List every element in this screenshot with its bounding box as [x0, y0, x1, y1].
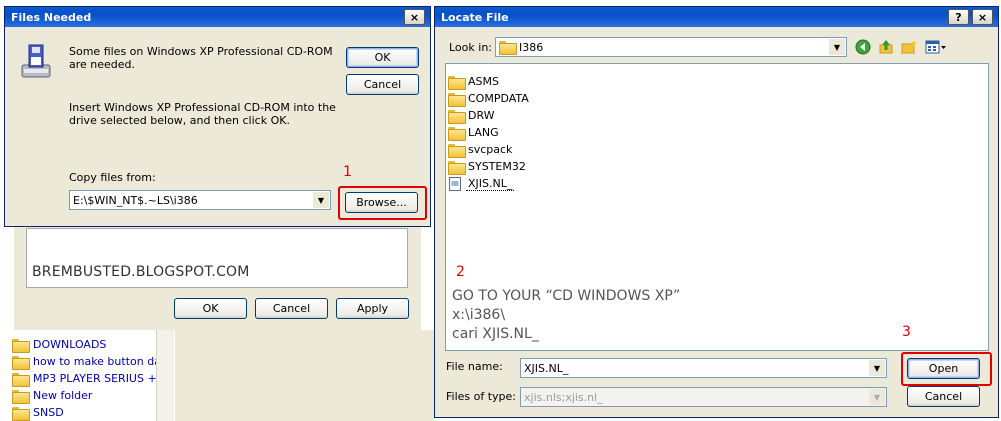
- folder-icon: [12, 389, 30, 404]
- dialog-title: Files Needed: [11, 10, 92, 24]
- list-item-label: LANG: [468, 126, 499, 139]
- folder-tree: DOWNLOADS how to make button da MP3 PLAY…: [0, 330, 175, 421]
- list-item-asms[interactable]: ASMS: [448, 73, 499, 90]
- tree-item-label: DOWNLOADS: [33, 338, 107, 351]
- folder-icon: [12, 372, 30, 387]
- tree-item-label: MP3 PLAYER SERIUS ++: [33, 372, 166, 385]
- chevron-down-icon[interactable]: ▼: [829, 39, 845, 55]
- list-item-system32[interactable]: SYSTEM32: [448, 158, 526, 175]
- open-button[interactable]: Open: [907, 358, 980, 379]
- folder-icon: [12, 338, 30, 353]
- files-needed-dialog: Files Needed × Some files on Windows XP …: [4, 6, 431, 227]
- folder-icon: [448, 160, 466, 175]
- tree-scrollbar[interactable]: [156, 330, 174, 421]
- tree-item-label: New folder: [33, 389, 93, 402]
- list-item-label: SYSTEM32: [468, 160, 526, 173]
- chevron-down-icon[interactable]: ▼: [869, 360, 885, 376]
- copy-from-combobox[interactable]: E:\$WIN_NT$.~LS\i386 ▼: [69, 190, 331, 210]
- help-icon[interactable]: ?: [948, 9, 969, 25]
- view-menu-icon[interactable]: [924, 38, 948, 56]
- properties-cancel-button[interactable]: Cancel: [255, 298, 328, 319]
- tree-item-label: SNSD: [33, 406, 64, 419]
- close-icon[interactable]: ×: [972, 9, 993, 25]
- folder-icon: [448, 92, 466, 107]
- look-in-value: I386: [519, 40, 544, 54]
- cancel-button[interactable]: Cancel: [346, 74, 419, 95]
- look-in-label: Look in:: [449, 41, 492, 54]
- tree-item-snsd[interactable]: SNSD: [12, 404, 64, 421]
- tree-item-label: how to make button da: [33, 355, 161, 368]
- folder-icon: [12, 406, 30, 421]
- folder-icon: [448, 109, 466, 124]
- look-in-combobox[interactable]: I386 ▼: [495, 37, 847, 57]
- list-item-lang[interactable]: LANG: [448, 124, 499, 141]
- message-text-1: Some files on Windows XP Professional CD…: [69, 45, 333, 71]
- folder-icon: [12, 355, 30, 370]
- close-icon[interactable]: ×: [404, 9, 425, 25]
- properties-apply-button[interactable]: Apply: [336, 298, 409, 319]
- file-icon: [449, 176, 461, 191]
- chevron-down-icon[interactable]: ▼: [869, 389, 885, 405]
- files-needed-titlebar[interactable]: Files Needed: [5, 7, 430, 27]
- locate-file-titlebar[interactable]: Locate File: [435, 7, 998, 27]
- folder-icon: [448, 75, 466, 90]
- background-panel: [175, 330, 435, 421]
- locate-file-dialog: Locate File ? × Look in: I386 ▼ ASMS COM…: [434, 6, 999, 418]
- copy-from-label: Copy files from:: [69, 171, 156, 184]
- list-item-label: DRW: [468, 109, 495, 122]
- list-item-label: COMPDATA: [468, 92, 529, 105]
- step-2-marker: 2: [456, 264, 465, 280]
- file-name-label: File name:: [446, 360, 503, 373]
- new-folder-icon[interactable]: [900, 38, 918, 56]
- tree-item-downloads[interactable]: DOWNLOADS: [12, 336, 106, 353]
- files-of-type-label: Files of type:: [446, 390, 517, 403]
- instruction-line-1: GO TO YOUR “CD WINDOWS XP”: [452, 288, 681, 304]
- instruction-line-2: x:\i386\: [452, 307, 506, 323]
- step-3-marker: 3: [902, 324, 911, 340]
- setup-disk-icon: [21, 44, 51, 78]
- tree-item-mp3-player[interactable]: MP3 PLAYER SERIUS ++: [12, 370, 166, 387]
- files-of-type-value: xjis.nls;xjis.nl_: [524, 390, 603, 404]
- cancel-button[interactable]: Cancel: [907, 386, 980, 407]
- step-1-marker: 1: [343, 164, 352, 180]
- dialog-title: Locate File: [441, 10, 509, 24]
- files-of-type-combobox[interactable]: xjis.nls;xjis.nl_ ▼: [520, 387, 887, 407]
- list-item-svcpack[interactable]: svcpack: [448, 141, 512, 158]
- chevron-down-icon[interactable]: ▼: [313, 192, 329, 208]
- list-item-label: ASMS: [468, 75, 499, 88]
- folder-icon: [448, 126, 466, 141]
- folder-icon: [499, 41, 517, 55]
- file-name-value: XJIS.NL_: [524, 361, 569, 375]
- watermark-text: BREMBUSTED.BLOGSPOT.COM: [32, 264, 250, 280]
- instruction-line-3: cari XJIS.NL_: [452, 326, 539, 342]
- list-item-label: XJIS.NL_: [466, 176, 515, 191]
- list-item-drw[interactable]: DRW: [448, 107, 495, 124]
- up-folder-icon[interactable]: [877, 38, 895, 56]
- copy-from-value: E:\$WIN_NT$.~LS\i386: [73, 193, 198, 207]
- browse-button[interactable]: Browse...: [345, 192, 418, 213]
- list-item-compdata[interactable]: COMPDATA: [448, 90, 529, 107]
- message-text-2: Insert Windows XP Professional CD-ROM in…: [69, 101, 336, 127]
- file-list[interactable]: ASMS COMPDATA DRW LANG svcpack SYSTEM32 …: [445, 63, 989, 351]
- file-name-combobox[interactable]: XJIS.NL_ ▼: [520, 358, 887, 378]
- tree-item-new-folder[interactable]: New folder: [12, 387, 92, 404]
- properties-ok-button[interactable]: OK: [174, 298, 247, 319]
- list-item-label: svcpack: [468, 143, 513, 156]
- tree-item-how-to-make-button[interactable]: how to make button da: [12, 353, 161, 370]
- list-item-xjis[interactable]: XJIS.NL_: [448, 175, 515, 192]
- folder-icon: [448, 143, 466, 158]
- ok-button[interactable]: OK: [346, 47, 419, 68]
- back-icon[interactable]: [854, 38, 872, 56]
